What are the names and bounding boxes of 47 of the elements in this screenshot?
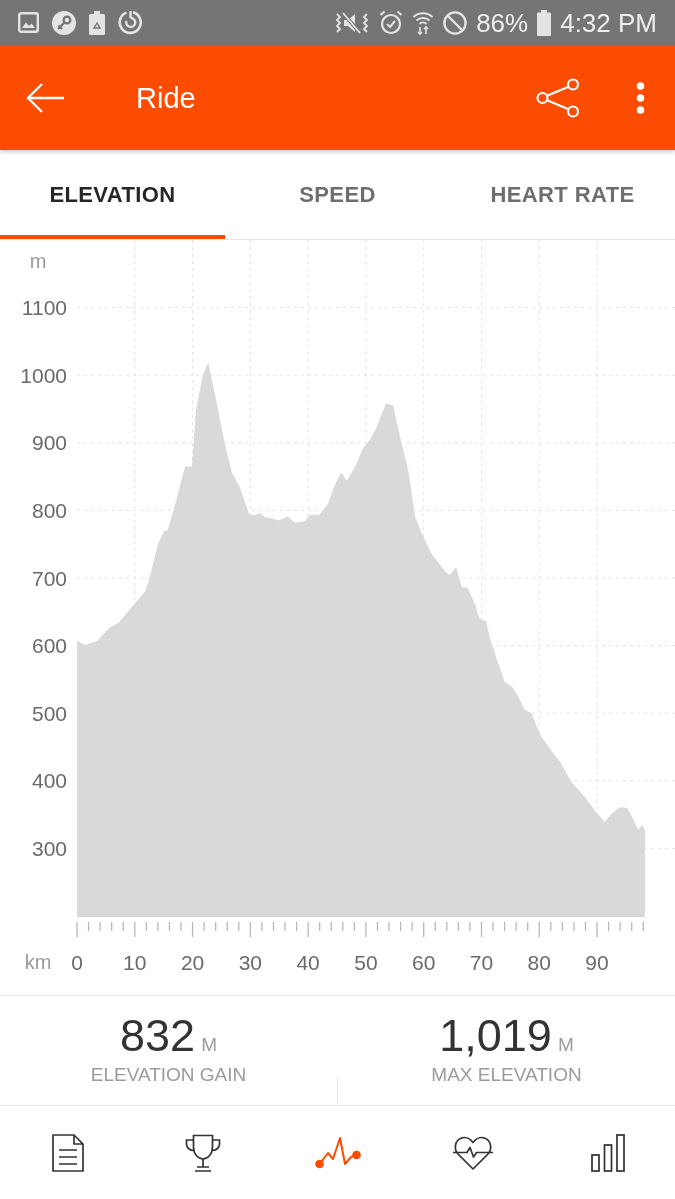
battery-percent: 86% (476, 7, 529, 38)
x-axis-label: 30 (238, 951, 263, 974)
x-axis-unit: km (24, 951, 52, 973)
share-icon[interactable] (536, 77, 580, 118)
x-axis-label: 0 (71, 951, 83, 974)
bar-chart-icon (590, 1133, 625, 1172)
y-axis-label: 800 (31, 498, 67, 522)
y-axis-label: 700 (31, 566, 67, 590)
trophy-icon (184, 1133, 221, 1172)
x-axis-label: 50 (354, 951, 378, 974)
key-icon (52, 10, 76, 35)
x-axis-label: 20 (180, 951, 205, 974)
image-icon (18, 12, 39, 33)
x-axis-label: 90 (585, 951, 609, 974)
y-axis-label: 300 (31, 836, 67, 860)
x-axis-label: 40 (296, 951, 320, 974)
wifi-icon (412, 10, 435, 35)
stat-label: ELEVATION GAIN (90, 1063, 247, 1087)
stat-value: 1,019 (439, 1011, 552, 1061)
stat-unit: M (557, 1033, 574, 1057)
more-menu-icon[interactable] (636, 81, 645, 114)
stat-value: 832 (120, 1011, 196, 1061)
y-axis-label: 500 (31, 701, 67, 725)
battery-icon (89, 10, 105, 35)
y-axis-label: 400 (31, 769, 67, 793)
clock-time: 4:32 PM (560, 7, 657, 38)
y-axis-label: 1100 (21, 296, 67, 320)
prohibited-icon (443, 10, 468, 35)
stat-label: MAX ELEVATION (431, 1063, 582, 1087)
screen-title: Ride (136, 80, 196, 115)
y-axis-label: 1000 (20, 363, 67, 387)
activity-graph-icon (314, 1136, 361, 1169)
speaker-muted-icon (334, 10, 371, 35)
alarm-icon (379, 10, 404, 35)
battery-icon (537, 9, 552, 36)
heart-rate-icon (451, 1134, 494, 1171)
power-icon (118, 10, 143, 35)
back-arrow-icon[interactable] (25, 81, 65, 114)
x-axis-label: 10 (123, 951, 147, 974)
y-axis-label: 600 (31, 634, 67, 658)
y-axis-label: 900 (31, 431, 67, 455)
y-axis-unit: m (29, 250, 47, 272)
stat-unit: M (201, 1033, 217, 1057)
x-axis-label: 60 (412, 951, 436, 974)
document-icon (51, 1133, 84, 1172)
x-axis-label: 70 (469, 951, 494, 974)
x-axis-label: 80 (527, 951, 551, 974)
